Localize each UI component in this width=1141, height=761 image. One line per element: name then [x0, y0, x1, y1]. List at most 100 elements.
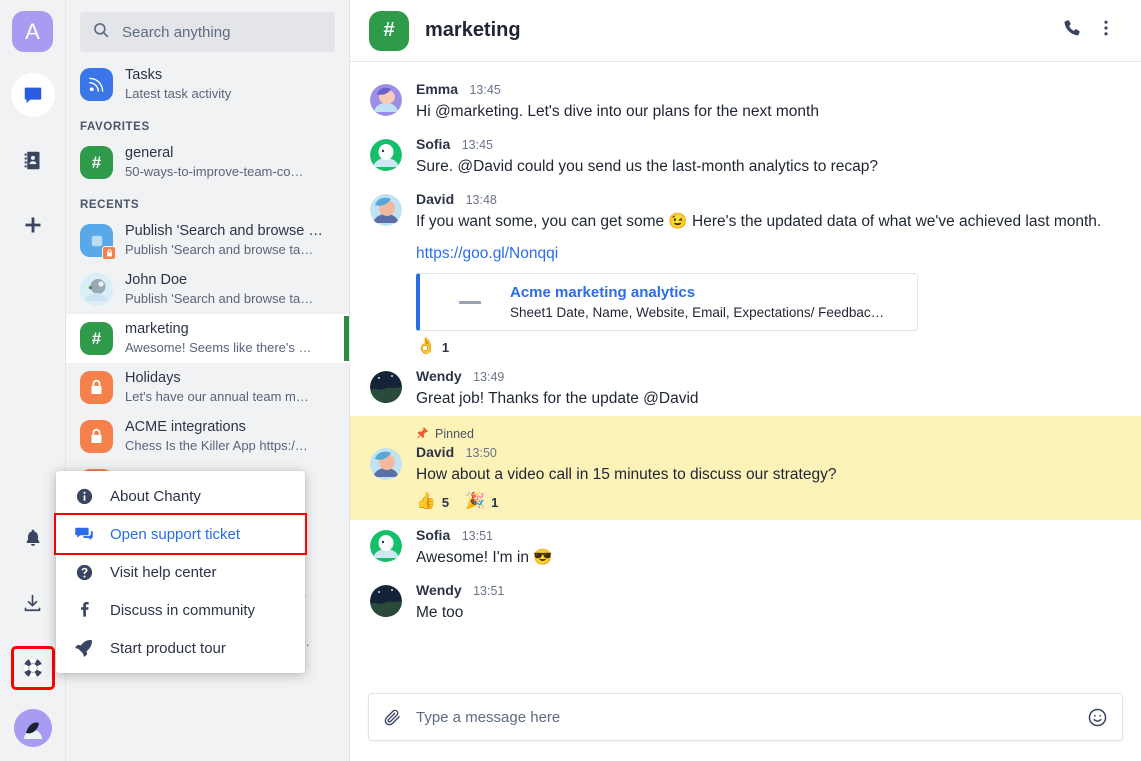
rail-item-notifications[interactable] — [11, 516, 55, 560]
message-meta: Emma 13:45 — [416, 80, 1121, 99]
message-author: Emma — [416, 81, 458, 97]
menu-item-start-product-tour[interactable]: Start product tour — [56, 629, 305, 667]
avatar[interactable] — [370, 371, 402, 403]
rail-item-support[interactable] — [14, 649, 52, 687]
reaction-chip[interactable]: 👍 5 — [416, 494, 449, 510]
avatar[interactable] — [370, 585, 402, 617]
message-item: Sofia 13:45 Sure. @David could you send … — [350, 129, 1141, 184]
message-link[interactable]: https://goo.gl/Nonqqi — [416, 245, 1121, 263]
download-icon — [22, 593, 43, 614]
workspace-avatar[interactable]: A — [12, 11, 53, 52]
chat-pane: # marketing — [350, 0, 1141, 761]
sidebar-item-holidays[interactable]: Holidays Let's have our annual team m… — [66, 363, 349, 412]
link-card-description: Sheet1 Date, Name, Website, Email, Expec… — [510, 303, 884, 323]
menu-item-discuss-in-community[interactable]: Discuss in community — [56, 591, 305, 629]
sidebar-item-title: Publish 'Search and browse … — [125, 222, 339, 241]
rail-item-downloads[interactable] — [11, 581, 55, 625]
message-author: David — [416, 444, 454, 460]
reaction-count: 1 — [442, 340, 449, 355]
message-author: Wendy — [416, 368, 462, 384]
message-time: 13:45 — [462, 138, 493, 152]
menu-item-label: Open support ticket — [110, 526, 240, 543]
message-body: David 13:48 If you want some, you can ge… — [416, 190, 1121, 355]
message-body: Wendy 13:51 Me too — [416, 581, 1121, 624]
avatar[interactable] — [370, 448, 402, 480]
menu-item-about-chanty[interactable]: About Chanty — [56, 477, 305, 515]
party-popper-emoji-icon: 🎉 — [465, 494, 485, 510]
search-icon — [92, 21, 110, 44]
message-time: 13:45 — [469, 83, 500, 97]
sidebar-item-text: general 50-ways-to-improve-team-co… — [125, 144, 339, 181]
menu-item-visit-help-center[interactable]: Visit help center — [56, 553, 305, 591]
sidebar-section-recents: RECENTS — [66, 187, 349, 216]
message-time: 13:48 — [466, 193, 497, 207]
sidebar-item-title: John Doe — [125, 271, 339, 290]
sidebar-item-tasks[interactable]: Tasks Latest task activity — [66, 60, 349, 109]
sheet-icon — [459, 301, 481, 304]
message-author: Sofia — [416, 136, 450, 152]
user-avatar[interactable] — [14, 709, 52, 747]
link-preview-card[interactable]: Acme marketing analytics Sheet1 Date, Na… — [416, 273, 918, 331]
avatar[interactable] — [370, 84, 402, 116]
chat-options-button[interactable] — [1089, 14, 1123, 48]
reaction-chip[interactable]: 👌 1 — [416, 339, 449, 355]
sidebar-item-title: Tasks — [125, 66, 339, 85]
avatar[interactable] — [370, 530, 402, 562]
sidebar-item-title: Holidays — [125, 369, 339, 388]
message-meta: Sofia 13:51 — [416, 526, 1121, 545]
message-time: 13:50 — [466, 446, 497, 460]
sidebar-item-text: John Doe Publish 'Search and browse ta… — [125, 271, 339, 308]
info-icon — [74, 487, 94, 506]
sidebar-item-publish-task[interactable]: Publish 'Search and browse … Publish 'Se… — [66, 216, 349, 265]
message-item: Wendy 13:49 Great job! Thanks for the up… — [350, 361, 1141, 416]
sidebar-item-marketing[interactable]: # marketing Awesome! Seems like there's … — [66, 314, 349, 363]
lock-icon — [80, 420, 113, 453]
reaction-count: 1 — [491, 495, 498, 510]
rocket-icon — [74, 638, 94, 658]
chanty-app-window: A — [0, 0, 1141, 761]
smiley-icon[interactable] — [1087, 707, 1108, 728]
sidebar-item-subtitle: Latest task activity — [125, 85, 339, 103]
sidebar-item-subtitle: Let's have our annual team m… — [125, 388, 339, 406]
sidebar-item-subtitle: Publish 'Search and browse ta… — [125, 290, 339, 308]
message-list: Emma 13:45 Hi @marketing. Let's dive int… — [350, 62, 1141, 683]
rail-item-create[interactable] — [11, 203, 55, 247]
support-chat-icon — [74, 524, 94, 544]
hash-icon: # — [369, 11, 409, 51]
avatar[interactable] — [370, 194, 402, 226]
sidebar-item-john-doe[interactable]: John Doe Publish 'Search and browse ta… — [66, 265, 349, 314]
hash-icon: # — [80, 146, 113, 179]
avatar[interactable] — [370, 139, 402, 171]
support-icon — [21, 656, 45, 680]
sidebar-item-text: ACME integrations Chess Is the Killer Ap… — [125, 418, 339, 455]
sidebar-item-subtitle: 50-ways-to-improve-team-co… — [125, 163, 339, 181]
link-info: Acme marketing analytics Sheet1 Date, Na… — [510, 282, 884, 323]
reaction-chip[interactable]: 🎉 1 — [465, 494, 498, 510]
message-meta: David 13:48 — [416, 190, 1121, 209]
reaction-count: 5 — [442, 495, 449, 510]
message-body: Sofia 13:45 Sure. @David could you send … — [416, 135, 1121, 178]
facebook-icon — [74, 601, 94, 620]
message-item: Emma 13:45 Hi @marketing. Let's dive int… — [350, 74, 1141, 129]
sidebar-item-text: marketing Awesome! Seems like there's … — [125, 320, 339, 357]
sidebar-item-subtitle: Awesome! Seems like there's … — [125, 339, 339, 357]
link-card-title: Acme marketing analytics — [510, 282, 884, 303]
sidebar-item-text: Publish 'Search and browse … Publish 'Se… — [125, 222, 339, 259]
sidebar-item-general[interactable]: # general 50-ways-to-improve-team-co… — [66, 138, 349, 187]
sidebar-item-acme-integrations[interactable]: ACME integrations Chess Is the Killer Ap… — [66, 412, 349, 461]
notifications-icon — [23, 528, 43, 548]
sidebar-item-text: Holidays Let's have our annual team m… — [125, 369, 339, 406]
rail-item-chats[interactable] — [11, 73, 55, 117]
menu-item-open-support-ticket[interactable]: Open support ticket — [56, 515, 305, 553]
task-icon — [80, 224, 113, 257]
message-text: Me too — [416, 601, 1121, 624]
call-button[interactable] — [1055, 14, 1089, 48]
message-input[interactable]: Type a message here — [368, 693, 1123, 741]
search-input[interactable]: Search anything — [80, 12, 335, 52]
message-text: If you want some, you can get some 😉 Her… — [416, 210, 1121, 233]
reactions-row: 👌 1 — [416, 339, 1121, 355]
rail-item-contacts[interactable] — [11, 138, 55, 182]
paperclip-icon[interactable] — [383, 708, 402, 727]
message-item-pinned: Pinned David 13:50 How about a video cal… — [350, 416, 1141, 520]
chat-icon — [22, 84, 44, 106]
